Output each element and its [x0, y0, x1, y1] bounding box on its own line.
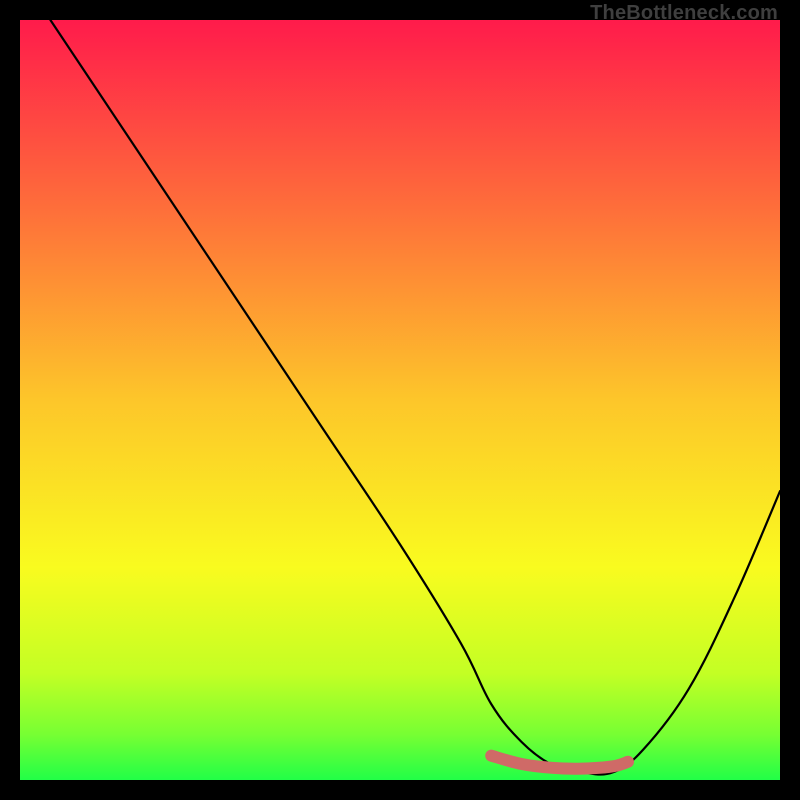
plot-area: [20, 20, 780, 780]
gradient-background: [20, 20, 780, 780]
chart-frame: TheBottleneck.com: [0, 0, 800, 800]
chart-svg: [20, 20, 780, 780]
